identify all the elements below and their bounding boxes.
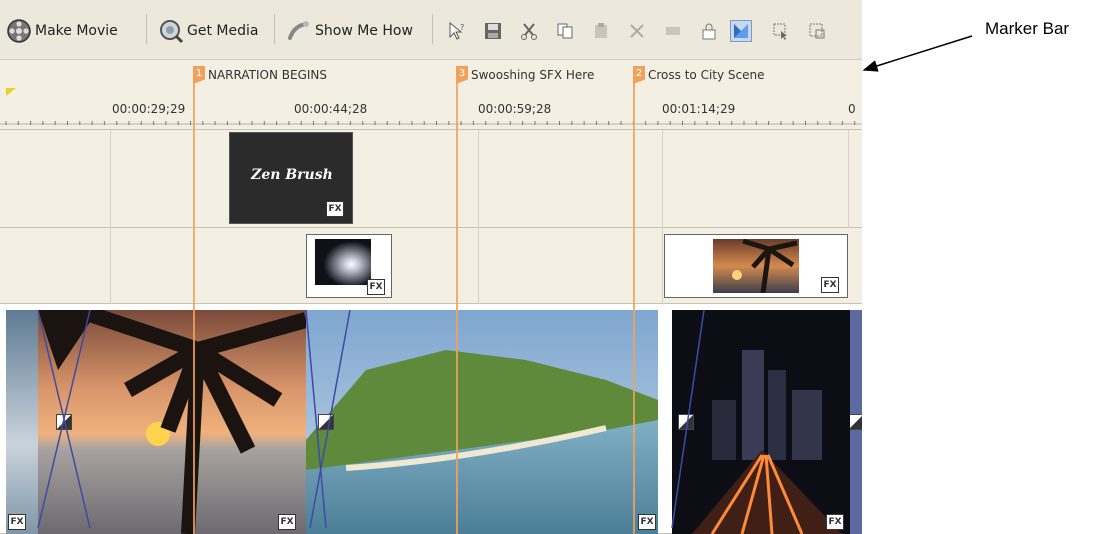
cut-icon[interactable] bbox=[518, 20, 540, 42]
toolbar-divider bbox=[274, 14, 275, 44]
select-icon[interactable] bbox=[770, 20, 792, 42]
video-clip-palm-sunset[interactable]: FX bbox=[38, 310, 306, 534]
video-clip-sky[interactable]: FX bbox=[6, 310, 38, 534]
palm-thumbnail bbox=[713, 239, 799, 293]
fx-badge[interactable]: FX bbox=[638, 514, 656, 530]
video-clip-city-night[interactable]: FX bbox=[672, 310, 850, 534]
fx-badge[interactable]: FX bbox=[367, 279, 385, 295]
delete-icon[interactable] bbox=[626, 20, 648, 42]
marker-cross-to-city[interactable]: 2 Cross to City Scene bbox=[633, 66, 765, 96]
toolbar-divider bbox=[432, 14, 433, 44]
clear-icon[interactable] bbox=[662, 20, 684, 42]
coast-image bbox=[306, 310, 658, 534]
show-me-how-button[interactable]: Show Me How bbox=[286, 14, 413, 48]
fx-badge[interactable]: FX bbox=[821, 277, 839, 293]
wand-help-icon bbox=[288, 21, 309, 40]
grid-line bbox=[478, 130, 479, 228]
video-clip-coast[interactable]: FX bbox=[306, 310, 658, 534]
make-movie-label: Make Movie bbox=[35, 23, 118, 39]
split-icon[interactable] bbox=[730, 20, 752, 42]
save-icon[interactable] bbox=[482, 20, 504, 42]
get-media-button[interactable]: Get Media bbox=[158, 14, 258, 48]
marker-swooshing-sfx[interactable]: 3 Swooshing SFX Here bbox=[456, 66, 594, 96]
marker-label: Swooshing SFX Here bbox=[471, 68, 595, 82]
callout-arrow bbox=[862, 35, 973, 72]
marker-line bbox=[633, 66, 635, 534]
film-reel-icon bbox=[7, 19, 31, 43]
video-clip-next[interactable] bbox=[850, 310, 862, 534]
grid-line bbox=[662, 228, 663, 304]
ruler-ticks bbox=[0, 121, 862, 125]
title-clip-text: Zen Brush bbox=[251, 167, 333, 183]
grid-line bbox=[110, 130, 111, 228]
help-pointer-icon[interactable]: ? bbox=[446, 20, 468, 42]
callout-label-marker-bar: Marker Bar bbox=[985, 19, 1070, 38]
toolbar-divider bbox=[146, 14, 147, 44]
transition-icon[interactable] bbox=[850, 414, 862, 430]
grid-line bbox=[662, 130, 663, 228]
magnifier-media-icon bbox=[160, 20, 184, 44]
city-night-image bbox=[672, 310, 850, 534]
time-ruler[interactable]: 00:00:29;29 00:00:44;28 00:00:59;28 00:0… bbox=[0, 98, 862, 130]
make-movie-button[interactable]: Make Movie bbox=[6, 14, 118, 48]
svg-text:?: ? bbox=[460, 23, 464, 32]
copy-icon[interactable] bbox=[554, 20, 576, 42]
overlay-clip-palm[interactable]: FX bbox=[664, 234, 848, 298]
marker-label: Cross to City Scene bbox=[648, 68, 765, 82]
title-clip-zen-brush[interactable]: Zen Brush FX bbox=[229, 132, 353, 224]
transition-icon[interactable] bbox=[318, 414, 334, 430]
show-me-how-label: Show Me How bbox=[315, 23, 413, 39]
marker-label: NARRATION BEGINS bbox=[208, 68, 328, 82]
video-track[interactable]: FX FX FX FX bbox=[0, 304, 862, 534]
grid-line bbox=[478, 228, 479, 304]
moon-thumbnail bbox=[315, 239, 371, 285]
paste-icon[interactable] bbox=[590, 20, 612, 42]
fx-badge[interactable]: FX bbox=[326, 201, 344, 217]
fx-badge[interactable]: FX bbox=[8, 514, 26, 530]
toolbar: Make Movie Get Media Show Me How ? bbox=[0, 0, 862, 60]
fx-badge[interactable]: FX bbox=[278, 514, 296, 530]
marker-bar[interactable]: 1 NARRATION BEGINS 3 Swooshing SFX Here … bbox=[0, 60, 862, 98]
overlay-clip-moon[interactable]: FX bbox=[306, 234, 392, 298]
transition-icon[interactable] bbox=[56, 414, 72, 430]
crop-icon[interactable] bbox=[806, 20, 828, 42]
palm-sunset-image bbox=[38, 310, 306, 534]
grid-line bbox=[848, 130, 849, 228]
marker-narration-begins[interactable]: 1 NARRATION BEGINS bbox=[193, 66, 327, 96]
get-media-label: Get Media bbox=[187, 23, 259, 39]
transition-icon[interactable] bbox=[678, 414, 694, 430]
lock-icon[interactable] bbox=[698, 20, 720, 42]
fx-badge[interactable]: FX bbox=[826, 514, 844, 530]
overlay-track[interactable]: FX FX bbox=[0, 228, 862, 304]
title-track[interactable]: Zen Brush FX bbox=[0, 130, 862, 228]
marker-line bbox=[456, 66, 458, 534]
marker-line bbox=[193, 66, 195, 534]
grid-line bbox=[110, 228, 111, 304]
timeline-editor: Make Movie Get Media Show Me How ? 1 NAR… bbox=[0, 0, 862, 534]
